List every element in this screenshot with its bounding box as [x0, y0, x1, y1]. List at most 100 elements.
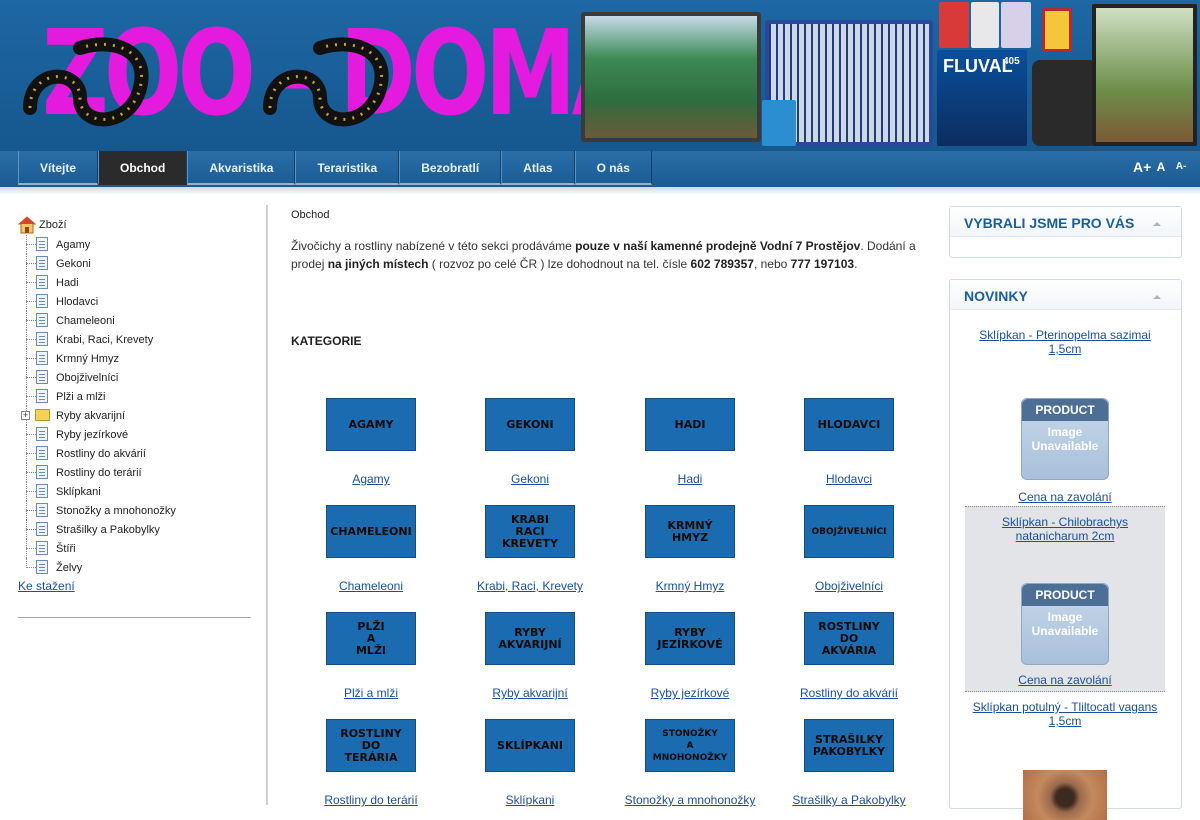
tree-item-zelvy[interactable]: Želvy	[18, 558, 251, 577]
category-tile[interactable]: SKLÍPKANI	[485, 719, 575, 772]
category-ryby-akvarijni: RYBY AKVARIJNÍ Ryby akvarijní	[450, 612, 610, 700]
nav-item-obchod[interactable]: Obchod	[98, 151, 188, 185]
nav-item-vitejte[interactable]: Vítejte	[18, 151, 99, 185]
product-pack-image	[971, 2, 999, 48]
category-tree: Agamy Gekoni Hadi Hlodavci Chameleoni Kr…	[18, 235, 251, 577]
category-link[interactable]: Plži a mlži	[291, 686, 451, 700]
tree-item-gekoni[interactable]: Gekoni	[18, 254, 251, 273]
category-link[interactable]: Ryby jezírkové	[610, 686, 770, 700]
intro-text-part: .	[854, 257, 858, 271]
category-tile[interactable]: KRMNÝ HMYZ	[645, 505, 735, 558]
category-tile[interactable]: ROSTLINY DO TERÁRIA	[326, 719, 416, 772]
category-link[interactable]: Hlodavci	[769, 472, 929, 486]
tree-item-label: Gekoni	[56, 257, 91, 270]
intro-text-part: , nebo	[753, 257, 791, 271]
nav-item-teraristika[interactable]: Teraristika	[295, 151, 400, 185]
category-link[interactable]: Hadi	[610, 472, 770, 486]
collapse-arrow-icon[interactable]	[1153, 222, 1161, 226]
category-tile[interactable]: STONOŽKY A MNOHONOŽKY	[645, 719, 735, 772]
tree-item-label: Želvy	[56, 561, 83, 574]
category-link[interactable]: Sklípkani	[450, 793, 610, 807]
category-tile[interactable]: HADI	[645, 398, 735, 451]
tree-item-label: Plži a mlži	[56, 390, 106, 403]
main-nav: Vítejte Obchod Akvaristika Teraristika B…	[18, 151, 652, 187]
expand-icon[interactable]: +	[21, 411, 30, 420]
category-link[interactable]: Stonožky a mnohonožky	[610, 793, 770, 807]
tree-root[interactable]: Zboží	[18, 215, 251, 235]
tree-item-stiri[interactable]: Štíři	[18, 539, 251, 558]
category-tile[interactable]: CHAMELEONI	[326, 505, 416, 558]
folder-icon	[35, 409, 50, 421]
category-link[interactable]: Rostliny do terárií	[291, 793, 451, 807]
category-tile[interactable]: ROSTLINY DO AKVÁRIA	[804, 612, 894, 665]
news-heading[interactable]: NOVINKY	[950, 280, 1181, 310]
category-link[interactable]: Krmný Hmyz	[610, 579, 770, 593]
tree-item-plzi[interactable]: Plži a mlži	[18, 387, 251, 406]
category-link[interactable]: Strašilky a Pakobylky	[769, 793, 929, 807]
category-link[interactable]: Ryby akvarijní	[450, 686, 610, 700]
tree-item-hadi[interactable]: Hadi	[18, 273, 251, 292]
tree-item-rostliny-teraria[interactable]: Rostliny do terárií	[18, 463, 251, 482]
tree-item-obojzivelnici[interactable]: Obojživelníci	[18, 368, 251, 387]
home-icon	[18, 216, 36, 234]
product-name[interactable]: Sklípkan potulný - Tliltocatl vagans 1,5…	[965, 700, 1165, 728]
category-tile[interactable]: OBOJŽIVELNÍCI	[804, 505, 894, 558]
product-image-placeholder[interactable]: PRODUCT Image Unavailable	[1021, 398, 1109, 480]
font-reset-button[interactable]: A	[1153, 158, 1169, 176]
intro-text-part: Živočichy a rostliny nabízené v této sek…	[291, 239, 576, 253]
tree-item-agamy[interactable]: Agamy	[18, 235, 251, 254]
nav-item-o-nas[interactable]: O nás	[574, 151, 652, 185]
tree-root-label: Zboží	[39, 219, 67, 231]
font-decrease-button[interactable]: A-	[1173, 158, 1189, 176]
category-tile[interactable]: RYBY AKVARIJNÍ	[485, 612, 575, 665]
category-link[interactable]: Rostliny do akvárií	[769, 686, 929, 700]
tree-item-sklipkani[interactable]: Sklípkani	[18, 482, 251, 501]
category-plzi: PLŽI A MLŽI Plži a mlži	[291, 612, 451, 700]
category-tile[interactable]: STRAŠILKY PAKOBYLKY	[804, 719, 894, 772]
category-link[interactable]: Chameleoni	[291, 579, 451, 593]
nav-item-akvaristika[interactable]: Akvaristika	[187, 151, 296, 185]
font-increase-button[interactable]: A+	[1133, 158, 1151, 176]
category-tile[interactable]: RYBY JEZÍRKOVÉ	[645, 612, 735, 665]
tree-item-chameleoni[interactable]: Chameleoni	[18, 311, 251, 330]
category-link[interactable]: Krabi, Raci, Krevety	[450, 579, 610, 593]
site-logo[interactable]: ZOO - DOMA	[20, 8, 643, 138]
intro-text: Živočichy a rostliny nabízené v této sek…	[291, 237, 926, 273]
tree-item-ryby-jezirkove[interactable]: Ryby jezírkové	[18, 425, 251, 444]
recommended-heading[interactable]: VYBRALI JSME PRO VÁS	[950, 207, 1181, 237]
category-link[interactable]: Gekoni	[450, 472, 610, 486]
tree-item-ryby-akvarijni[interactable]: + Ryby akvarijní	[18, 406, 251, 425]
downloads-link[interactable]: Ke stažení	[18, 579, 75, 593]
tree-item-krabi[interactable]: Krabi, Raci, Krevety	[18, 330, 251, 349]
nav-item-atlas[interactable]: Atlas	[501, 151, 575, 185]
nav-item-bezobratli[interactable]: Bezobratlí	[399, 151, 502, 185]
product-image[interactable]	[1023, 770, 1107, 820]
product-image-placeholder[interactable]: PRODUCT Image Unavailable	[1021, 583, 1109, 665]
tree-item-stonozky[interactable]: Stonožky a mnohonožky	[18, 501, 251, 520]
product-item: Sklípkan - Chilobrachys natanicharum 2cm…	[965, 506, 1165, 692]
food-tub-image	[1042, 8, 1072, 52]
tree-item-strasilky[interactable]: Strašilky a Pakobylky	[18, 520, 251, 539]
product-price[interactable]: Cena na zavolání	[965, 490, 1165, 504]
tree-item-hlodavci[interactable]: Hlodavci	[18, 292, 251, 311]
category-stonozky: STONOŽKY A MNOHONOŽKY Stonožky a mnohonož…	[610, 719, 770, 807]
category-tile[interactable]: KRABI RACI KREVETY	[485, 505, 575, 558]
tree-item-krmny-hmyz[interactable]: Krmný Hmyz	[18, 349, 251, 368]
category-link[interactable]: Agamy	[291, 472, 451, 486]
tree-item-rostliny-akvaria[interactable]: Rostliny do akvárií	[18, 444, 251, 463]
product-name[interactable]: Sklípkan - Pterinopelma sazimai 1,5cm	[965, 328, 1165, 356]
category-link[interactable]: Obojživelníci	[769, 579, 929, 593]
product-name[interactable]: Sklípkan - Chilobrachys natanicharum 2cm	[965, 515, 1165, 543]
product-pack-image	[1001, 2, 1031, 48]
category-tile[interactable]: GEKONI	[485, 398, 575, 451]
category-tile[interactable]: HLODAVCI	[804, 398, 894, 451]
category-rostliny-teraria: ROSTLINY DO TERÁRIA Rostliny do terárií	[291, 719, 451, 807]
category-tile[interactable]: AGAMY	[326, 398, 416, 451]
collapse-arrow-icon[interactable]	[1153, 295, 1161, 299]
product-price[interactable]: Cena na zavolání	[965, 673, 1165, 687]
intro-bold-store: pouze v naší kamenné prodejně Vodní 7 Pr…	[575, 239, 861, 253]
recommended-title: VYBRALI JSME PRO VÁS	[964, 215, 1135, 231]
tree-item-label: Ryby jezírkové	[56, 428, 129, 441]
category-tile[interactable]: PLŽI A MLŽI	[326, 612, 416, 665]
breadcrumb[interactable]: Obchod	[291, 209, 926, 221]
